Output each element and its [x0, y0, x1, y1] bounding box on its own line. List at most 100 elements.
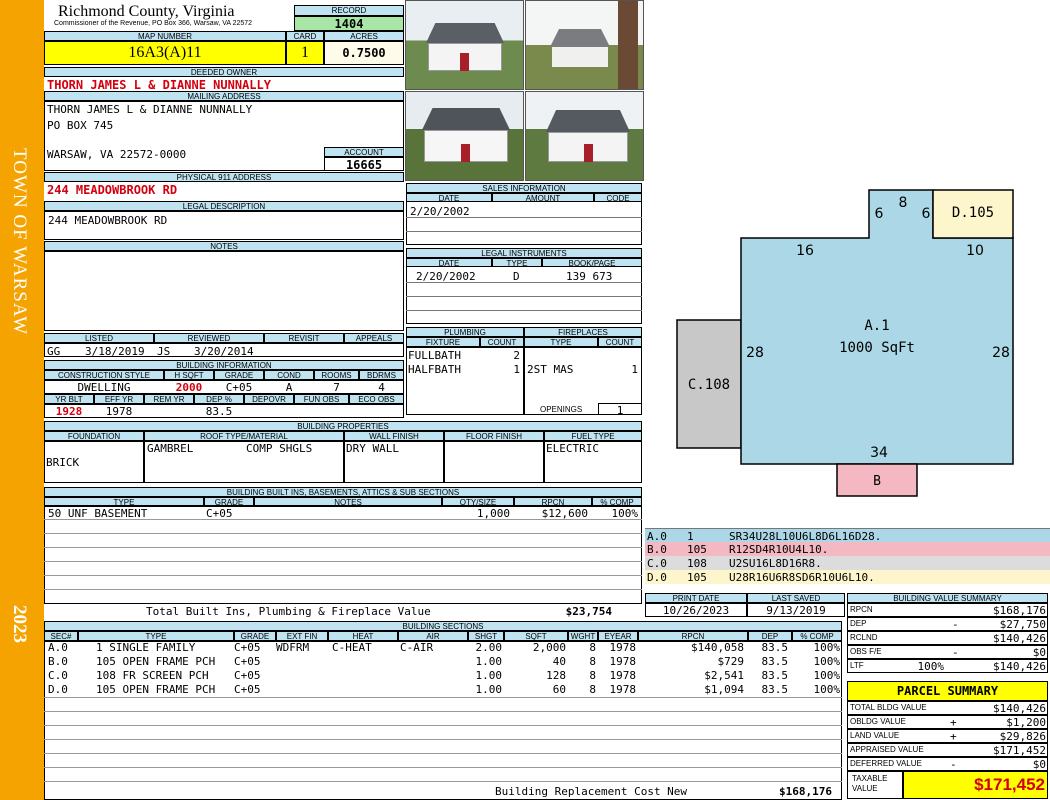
sales-label: SALES INFORMATION [406, 183, 642, 193]
listed-date: 3/18/2019 [85, 345, 145, 358]
bldg-col-grade: GRADE [214, 370, 264, 380]
sec-col: WGHT [568, 631, 598, 641]
parcel-value: $29,826 [999, 730, 1046, 743]
bldg-col-style: CONSTRUCTION STYLE [44, 370, 164, 380]
sec-cell: 2,000 [532, 641, 566, 654]
bvs-value: $27,750 [999, 618, 1046, 631]
sec-cell: 100% [813, 683, 841, 696]
sec-cell: C-HEAT [332, 641, 372, 654]
sections-label: BUILDING SECTIONS [44, 621, 842, 631]
builtins-total: $23,754 [565, 605, 612, 618]
bldg-bdrms: 4 [378, 381, 385, 394]
builtins-col-grade: GRADE [204, 497, 254, 506]
props-cell-4 [444, 441, 544, 483]
sec-col: TYPE [78, 631, 234, 641]
legend-number: 108 [687, 557, 707, 570]
sketch-dim-6b: 6 [922, 206, 931, 222]
builtins-col-rpcn: RPCN [514, 497, 592, 506]
mailing-label: MAILING ADDRESS [44, 91, 404, 101]
bldg-col-ecoobs: ECO OBS [349, 394, 404, 404]
sec-cell: C+05 [234, 655, 261, 668]
legend-desc: R12SD4R10U4L10. [729, 543, 829, 556]
listed-label: LISTED [44, 333, 154, 343]
bvs-pct: 100% [917, 660, 945, 673]
bldg-col-depovr: DEPOVR [244, 394, 294, 404]
roof-type-value: GAMBREL [147, 442, 194, 455]
taxable-label: TAXABLE VALUE [852, 774, 888, 793]
acres-value: 0.7500 [324, 41, 404, 65]
account-label: ACCOUNT [324, 147, 404, 157]
print-date: 10/26/2023 [645, 603, 747, 617]
sec-cell: C+05 [234, 669, 261, 682]
mailing-line3: WARSAW, VA 22572-0000 [47, 148, 187, 161]
legend-row-d: D.0 105 U28R16U6R8SD6R10U6L10. [645, 570, 1050, 584]
instruments-box [406, 258, 642, 324]
tax-year: 2023 [9, 605, 30, 643]
building-sketch: A.1 1000 SqFt B C.108 D.105 16 10 6 8 6 … [676, 189, 1014, 497]
sec-cell: A.0 [48, 641, 68, 654]
bvs-key: OBS F/E [850, 647, 882, 656]
card-value: 1 [286, 41, 324, 65]
fireplaces-col-type: TYPE [524, 337, 598, 347]
plumbing-label: PLUMBING [406, 327, 524, 337]
bldg-info-label: BUILDING INFORMATION [44, 360, 404, 370]
print-date-label: PRINT DATE [645, 593, 747, 603]
sketch-dim-top10: 10 [966, 243, 984, 259]
sec-cell: 83.5 [761, 683, 789, 696]
bldg-col-yrblt: YR BLT [44, 394, 94, 404]
notes-box [44, 251, 404, 331]
builtins-total-label: Total Built Ins, Plumbing & Fireplace Va… [146, 605, 431, 618]
parcel-key: LAND VALUE [850, 731, 900, 740]
sec-col: RPCN [638, 631, 748, 641]
sketch-dim-6a: 6 [875, 206, 884, 222]
sec-cell: 83.5 [761, 669, 789, 682]
parcel-key: APPRAISED VALUE [850, 745, 924, 754]
record-value: 1404 [294, 16, 404, 31]
plumbing-col-count: COUNT [480, 337, 524, 347]
sidebar: TOWN OF WARSAW 2023 [0, 0, 44, 800]
instruments-label: LEGAL INSTRUMENTS [406, 248, 642, 258]
mailing-line2: PO BOX 745 [47, 119, 114, 132]
sec-cell: 100% [813, 655, 841, 668]
sec-cell: 128 [546, 669, 566, 682]
bvs-key: RCLND [850, 633, 878, 642]
bldg-effyr: 1978 [105, 405, 133, 418]
section-row: A.0 1 SINGLE FAMILY C+05 WDFRM C-HEAT C-… [44, 641, 842, 655]
builtins-col-qty: QTY/SIZE [442, 497, 514, 506]
sketch-label-d: D.105 [952, 205, 994, 221]
parcel-key: DEFERRED VALUE [850, 759, 922, 768]
sec-col: SHGT [468, 631, 504, 641]
sec-cell: 108 FR SCREEN PCH [96, 669, 209, 682]
sec-cell: 8 [589, 655, 596, 668]
bvs-value: $0 [1032, 646, 1046, 659]
bvs-key: LTF [850, 661, 864, 670]
bldg-col-hsqft: H SQFT [164, 370, 214, 380]
sec-cell: 2.00 [475, 641, 503, 654]
sec-cell: $2,541 [704, 669, 744, 682]
sec-cell: 60 [552, 683, 566, 696]
parcel-row: APPRAISED VALUE $171,452 [847, 743, 1048, 757]
legend-row-a: A.0 1 SR34U28L10U6L8D6L16D28. [645, 528, 1050, 543]
bvs-value: $140,426 [993, 660, 1046, 673]
sec-cell: 1 SINGLE FAMILY [96, 641, 196, 654]
sec-col: EYEAR [598, 631, 638, 641]
record-label: RECORD [294, 5, 404, 16]
props-col-roof: ROOF TYPE/MATERIAL [144, 431, 344, 441]
bvs-value: $168,176 [993, 604, 1046, 617]
bldg-cond: A [285, 381, 293, 394]
card-label: CARD [286, 31, 324, 41]
bldg-grade: C+05 [225, 381, 253, 394]
sec-cell: C-AIR [400, 641, 434, 654]
sec-cell: WDFRM [276, 641, 310, 654]
legend-row-c: C.0 108 U2SU16L8D16R8. [645, 556, 1050, 570]
parcel-value: $0 [1032, 758, 1046, 771]
fireplace-type: 2ST MAS [527, 363, 574, 376]
sec-cell: $1,094 [704, 683, 744, 696]
sketch-label-b: B [873, 474, 881, 489]
sketch-dim-left28: 28 [746, 345, 764, 361]
sec-cell: C+05 [234, 641, 261, 654]
builtins-label: BUILDING BUILT INS, BASEMENTS, ATTICS & … [44, 487, 642, 497]
sec-cell: B.0 [48, 655, 68, 668]
owner-name: THORN JAMES L & DIANNE NUNNALLY [47, 78, 271, 92]
bvs-row: LTF 100% $140,426 [847, 659, 1048, 673]
